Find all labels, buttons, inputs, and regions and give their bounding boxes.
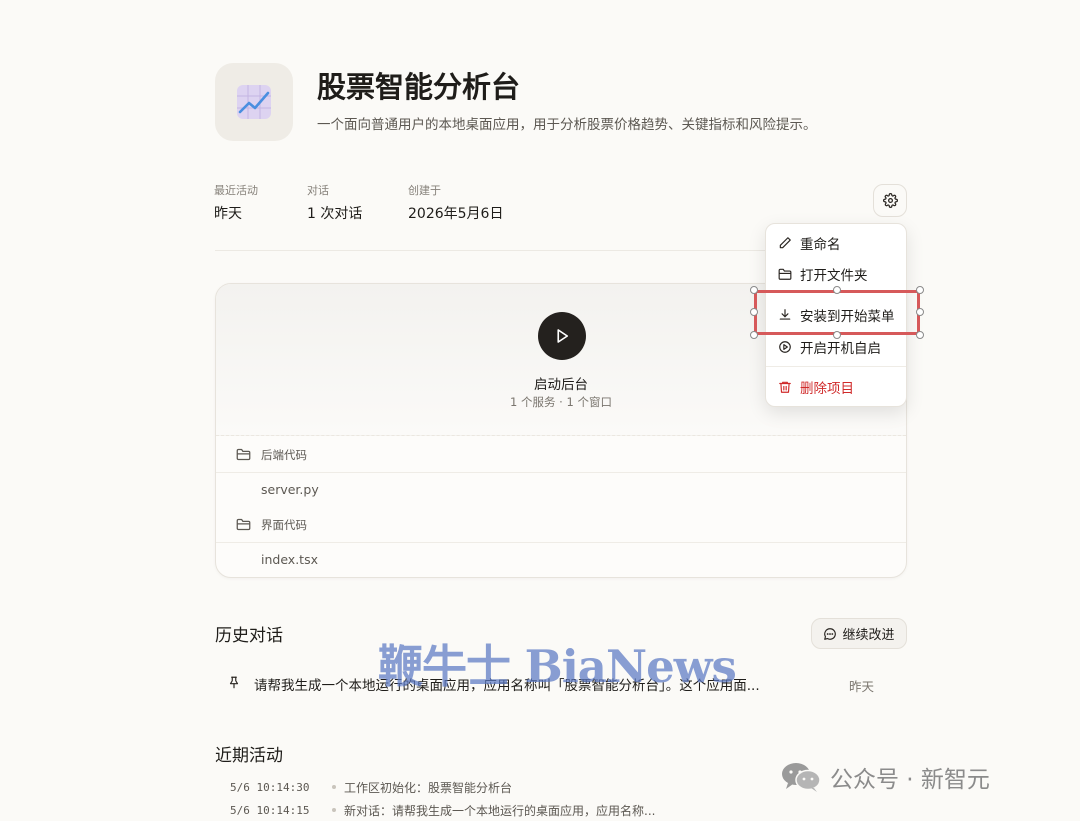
folder-row-backend[interactable]: 后端代码 bbox=[216, 437, 906, 472]
meta-label: 创建于 bbox=[408, 184, 441, 197]
activity-time: 5/6 10:14:30 bbox=[230, 780, 310, 794]
app-icon bbox=[215, 63, 293, 141]
chart-trend-icon bbox=[237, 85, 271, 119]
menu-item-label: 删除项目 bbox=[800, 381, 854, 397]
activity-title: 近期活动 bbox=[215, 746, 283, 766]
play-circle-icon bbox=[778, 340, 792, 354]
file-row-index[interactable]: index.tsx bbox=[216, 542, 906, 577]
activity-item: 5/6 10:14:30 工作区初始化：股票智能分析台 bbox=[230, 778, 512, 796]
continue-button[interactable]: 继续改进 bbox=[811, 618, 907, 649]
meta-value: 昨天 bbox=[214, 206, 242, 222]
meta-conversations: 对话 1 次对话 bbox=[307, 182, 362, 223]
gear-icon bbox=[882, 193, 898, 208]
selection-handle bbox=[750, 308, 758, 316]
activity-time: 5/6 10:14:15 bbox=[230, 803, 310, 817]
folder-icon bbox=[236, 448, 251, 461]
activity-text: 工作区初始化：股票智能分析台 bbox=[344, 780, 513, 795]
bianews-watermark: 鞭牛士 BiaNews bbox=[378, 640, 737, 693]
pin-icon bbox=[227, 675, 241, 694]
history-title: 历史对话 bbox=[215, 626, 283, 646]
menu-divider bbox=[766, 366, 906, 367]
play-icon bbox=[557, 329, 569, 343]
meta-last-activity: 最近活动 昨天 bbox=[214, 182, 258, 223]
selection-handle bbox=[833, 331, 841, 339]
trash-icon bbox=[778, 380, 792, 394]
continue-button-label: 继续改进 bbox=[842, 628, 895, 643]
selection-handle bbox=[750, 286, 758, 294]
pencil-icon bbox=[778, 236, 792, 250]
activity-bullet bbox=[332, 785, 336, 789]
selection-handle bbox=[916, 308, 924, 316]
wechat-watermark: 公众号 · 新智元 bbox=[780, 760, 990, 794]
selection-handle bbox=[916, 331, 924, 339]
folder-icon bbox=[236, 518, 251, 531]
selection-handle bbox=[833, 286, 841, 294]
meta-created: 创建于 2026年5月6日 bbox=[408, 182, 503, 223]
page-title: 股票智能分析台 bbox=[317, 70, 521, 104]
folder-icon bbox=[778, 267, 792, 281]
selection-handle bbox=[916, 286, 924, 294]
highlight-box bbox=[754, 290, 920, 335]
menu-item-label: 开启开机自启 bbox=[800, 341, 881, 357]
menu-item-delete[interactable]: 删除项目 bbox=[766, 373, 906, 401]
folder-name: 后端代码 bbox=[261, 447, 307, 462]
activity-bullet bbox=[332, 808, 336, 812]
chat-bubble-icon bbox=[823, 627, 837, 641]
menu-item-open-folder[interactable]: 打开文件夹 bbox=[766, 260, 906, 288]
folder-row-frontend[interactable]: 界面代码 bbox=[216, 507, 906, 542]
selection-handle bbox=[750, 331, 758, 339]
menu-item-label: 重命名 bbox=[800, 237, 841, 253]
settings-button[interactable] bbox=[873, 184, 907, 217]
menu-item-label: 打开文件夹 bbox=[800, 268, 868, 284]
page-description: 一个面向普通用户的本地桌面应用，用于分析股票价格趋势、关键指标和风险提示。 bbox=[317, 117, 817, 133]
meta-value: 2026年5月6日 bbox=[408, 206, 504, 222]
meta-label: 对话 bbox=[307, 184, 329, 197]
meta-value: 1 次对话 bbox=[307, 206, 363, 222]
menu-item-rename[interactable]: 重命名 bbox=[766, 229, 906, 257]
wechat-watermark-text: 公众号 · 新智元 bbox=[830, 767, 990, 793]
activity-text: 新对话：请帮我生成一个本地运行的桌面应用，应用名称... bbox=[344, 803, 656, 818]
activity-item: 5/6 10:14:15 新对话：请帮我生成一个本地运行的桌面应用，应用名称..… bbox=[230, 801, 655, 819]
launch-button[interactable] bbox=[538, 312, 586, 360]
history-item-time: 昨天 bbox=[849, 679, 875, 694]
meta-label: 最近活动 bbox=[214, 184, 258, 197]
file-row-server[interactable]: server.py bbox=[216, 472, 906, 507]
wechat-logo-icon bbox=[780, 760, 822, 794]
folder-name: 界面代码 bbox=[261, 517, 307, 532]
